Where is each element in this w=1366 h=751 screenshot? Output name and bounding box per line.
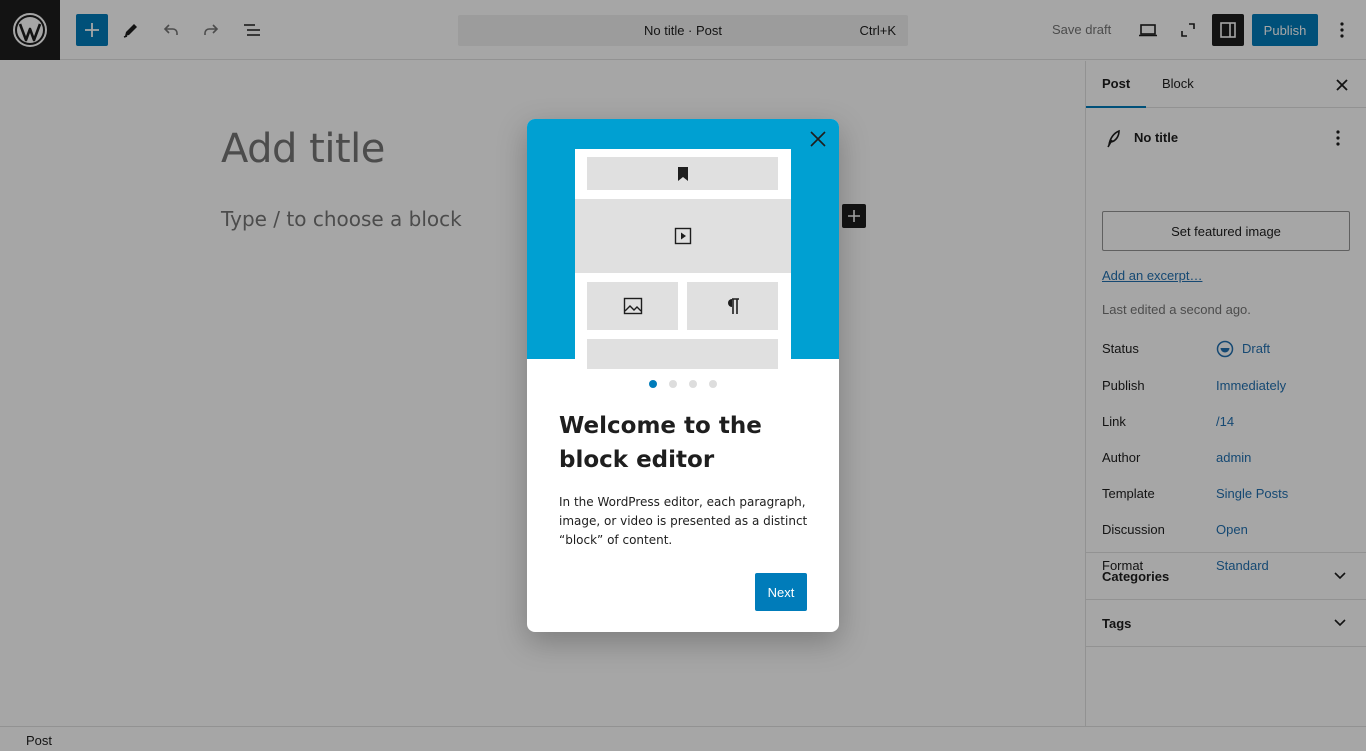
page-dot[interactable]	[689, 380, 697, 388]
illustration-card	[575, 149, 791, 369]
illustration-block	[587, 339, 778, 369]
modal-heading: Welcome to the block editor	[559, 413, 762, 473]
modal-body-text: In the WordPress editor, each paragraph,…	[559, 495, 808, 547]
video-icon	[674, 227, 692, 245]
illustration-block	[587, 157, 778, 190]
page-dot[interactable]	[669, 380, 677, 388]
image-icon	[623, 297, 642, 315]
illustration-block	[687, 282, 778, 330]
illustration-block	[587, 282, 678, 330]
page-dot[interactable]	[649, 380, 657, 388]
page-indicator	[527, 380, 839, 390]
welcome-illustration	[527, 119, 839, 369]
close-modal-button[interactable]	[806, 127, 830, 151]
close-icon	[810, 131, 826, 147]
paragraph-icon	[727, 298, 739, 314]
illustration-block	[575, 199, 791, 273]
bookmark-icon	[677, 166, 688, 181]
next-button[interactable]: Next	[755, 573, 807, 611]
welcome-guide-modal: Welcome to the block editor In the WordP…	[527, 119, 839, 632]
page-dot[interactable]	[709, 380, 717, 388]
